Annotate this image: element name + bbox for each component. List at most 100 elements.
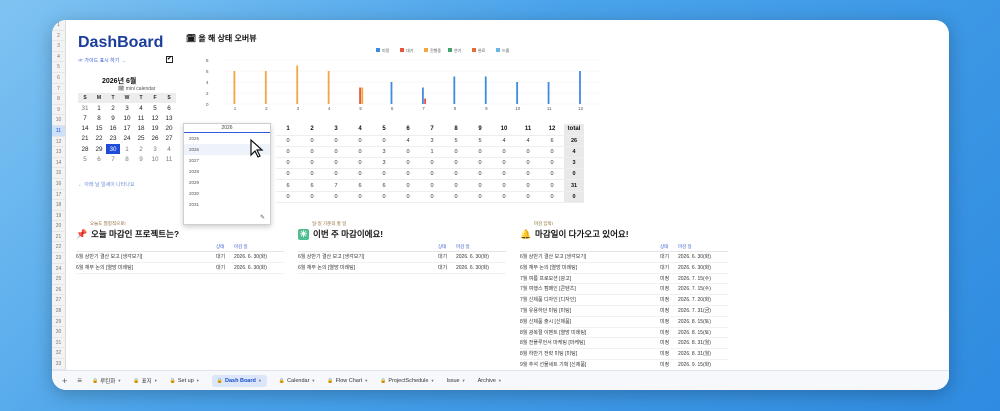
calendar-day[interactable]: 4	[134, 103, 148, 113]
calendar-day[interactable]: 13	[162, 113, 176, 123]
row-number[interactable]: 11	[52, 125, 65, 137]
task-row[interactable]: 6월 상반기 결산 보고 [생각보기] 대기 2026. 6. 30(화)	[76, 252, 284, 263]
row-number[interactable]: 26	[52, 285, 65, 296]
calendar-day[interactable]: 27	[162, 134, 176, 144]
row-number[interactable]: 24	[52, 264, 65, 275]
chevron-down-icon[interactable]: ▼	[117, 378, 121, 383]
total-cell[interactable]: 4	[564, 146, 584, 159]
month-count-cell[interactable]: 0	[540, 168, 564, 181]
month-count-cell[interactable]: 3	[420, 135, 444, 147]
row-number[interactable]: 13	[52, 147, 65, 158]
calendar-day[interactable]: 28	[78, 144, 92, 154]
year-option[interactable]: 2029	[184, 177, 270, 188]
task-row[interactable]: 8월 광복절 이벤트 [열망 미례팅] 미정 2026. 8. 15(토)	[520, 328, 728, 339]
calendar-day[interactable]: 17	[120, 124, 134, 134]
calendar-day[interactable]: 4	[162, 144, 176, 154]
month-count-cell[interactable]: 0	[348, 135, 372, 147]
month-count-cell[interactable]: 1	[420, 146, 444, 159]
month-count-cell[interactable]: 0	[444, 146, 468, 159]
calendar-day[interactable]: 30	[106, 143, 120, 155]
year-option[interactable]: 2031	[184, 199, 270, 210]
month-count-cell[interactable]: 0	[444, 179, 468, 192]
calendar-day[interactable]: 15	[92, 124, 106, 134]
row-number[interactable]: 19	[52, 211, 65, 222]
calendar-day[interactable]: 5	[148, 103, 162, 113]
task-row[interactable]: 6월 재무 논의 [열망 미례팅] 대기 2026. 6. 30(화)	[76, 263, 284, 274]
month-count-cell[interactable]: 0	[324, 135, 348, 147]
month-count-cell[interactable]: 0	[276, 146, 300, 159]
row-number[interactable]: 5	[52, 62, 65, 73]
row-number[interactable]: 15	[52, 168, 65, 179]
calendar-day[interactable]: 10	[148, 154, 162, 164]
calendar-day[interactable]: 7	[106, 154, 120, 164]
month-count-cell[interactable]: 0	[516, 168, 540, 181]
month-count-cell[interactable]: 0	[468, 179, 492, 192]
row-number[interactable]: 29	[52, 317, 65, 328]
month-count-cell[interactable]: 0	[540, 146, 564, 159]
month-count-cell[interactable]: 0	[324, 168, 348, 181]
calendar-day[interactable]: 29	[92, 144, 106, 154]
row-number[interactable]: 3	[52, 41, 65, 52]
month-count-cell[interactable]: 0	[492, 146, 516, 159]
row-number[interactable]: 18	[52, 200, 65, 211]
total-cell[interactable]: 0	[564, 191, 584, 203]
guide-checkbox[interactable]: ✔	[166, 56, 173, 63]
calendar-day[interactable]: 2	[106, 103, 120, 113]
task-row[interactable]: 6월 상반기 결산 보고 [생각보기] 대기 2026. 6. 30(화)	[298, 252, 506, 263]
month-count-cell[interactable]: 0	[420, 157, 444, 170]
task-row[interactable]: 8월 하반기 전략 미팅 [미팅] 미정 2026. 8. 31(월)	[520, 349, 728, 360]
calendar-day[interactable]: 25	[134, 134, 148, 144]
row-number[interactable]: 7	[52, 84, 65, 95]
month-count-cell[interactable]: 0	[492, 157, 516, 170]
row-number[interactable]: 2	[52, 31, 65, 42]
chevron-down-icon[interactable]: ▼	[430, 378, 434, 383]
row-number[interactable]: 12	[52, 137, 65, 148]
month-count-cell[interactable]: 0	[516, 191, 540, 203]
task-row[interactable]: 6월 재무 논의 [열망 미례팅] 대기 2026. 6. 30(화)	[520, 263, 728, 274]
month-count-cell[interactable]: 0	[300, 191, 324, 203]
month-count-cell[interactable]: 4	[492, 135, 516, 147]
chevron-down-icon[interactable]: ▼	[462, 378, 466, 383]
calendar-day[interactable]: 9	[106, 113, 120, 123]
calendar-day[interactable]: 7	[78, 113, 92, 123]
calendar-day[interactable]: 23	[106, 134, 120, 144]
calendar-day[interactable]: 12	[148, 113, 162, 123]
month-count-cell[interactable]: 0	[348, 146, 372, 159]
month-count-cell[interactable]: 0	[516, 146, 540, 159]
calendar-day[interactable]: 11	[162, 154, 176, 164]
month-count-cell[interactable]: 0	[300, 168, 324, 181]
task-row[interactable]: 6월 상반기 결산 보고 [생각보기] 대기 2026. 6. 30(화)	[520, 252, 728, 263]
chevron-down-icon[interactable]: ▼	[364, 378, 368, 383]
sheet-tab-archive[interactable]: Archive ▼	[478, 378, 502, 384]
total-cell[interactable]: 26	[564, 135, 584, 147]
month-count-cell[interactable]: 0	[396, 191, 420, 203]
row-number[interactable]: 20	[52, 221, 65, 232]
chevron-down-icon[interactable]: ▼	[498, 378, 502, 383]
month-count-cell[interactable]: 0	[444, 168, 468, 181]
calendar-day[interactable]: 3	[148, 144, 162, 154]
month-count-cell[interactable]: 0	[492, 179, 516, 192]
calendar-day[interactable]: 9	[134, 154, 148, 164]
task-row[interactable]: 6월 재무 논의 [열망 미례팅] 대기 2026. 6. 30(화)	[298, 263, 506, 274]
row-number[interactable]: 33	[52, 359, 65, 370]
month-count-cell[interactable]: 0	[540, 179, 564, 192]
month-count-cell[interactable]: 0	[540, 157, 564, 170]
sheet-tab-표지[interactable]: 🔒 표지 ▼	[133, 377, 157, 385]
task-row[interactable]: 7월 여행스 캠페인 [콘텐츠] 미정 2026. 7. 15(수)	[520, 284, 728, 296]
month-count-cell[interactable]: 0	[492, 168, 516, 181]
calendar-day[interactable]: 6	[162, 103, 176, 113]
month-count-cell[interactable]: 0	[516, 179, 540, 192]
row-number[interactable]: 27	[52, 295, 65, 307]
sheet-tab-projectschedule[interactable]: 🔒 ProjectSchedule ▼	[380, 378, 434, 384]
calendar-day[interactable]: 6	[92, 154, 106, 164]
row-number[interactable]: 31	[52, 338, 65, 349]
month-count-cell[interactable]: 3	[372, 157, 396, 170]
total-cell[interactable]: 31	[564, 179, 584, 192]
row-number[interactable]: 16	[52, 179, 65, 190]
month-count-cell[interactable]: 0	[540, 191, 564, 203]
month-count-cell[interactable]: 0	[396, 179, 420, 192]
month-count-cell[interactable]: 3	[372, 146, 396, 159]
month-count-cell[interactable]: 0	[468, 191, 492, 203]
month-count-cell[interactable]: 5	[444, 135, 468, 147]
month-count-cell[interactable]: 0	[324, 157, 348, 170]
